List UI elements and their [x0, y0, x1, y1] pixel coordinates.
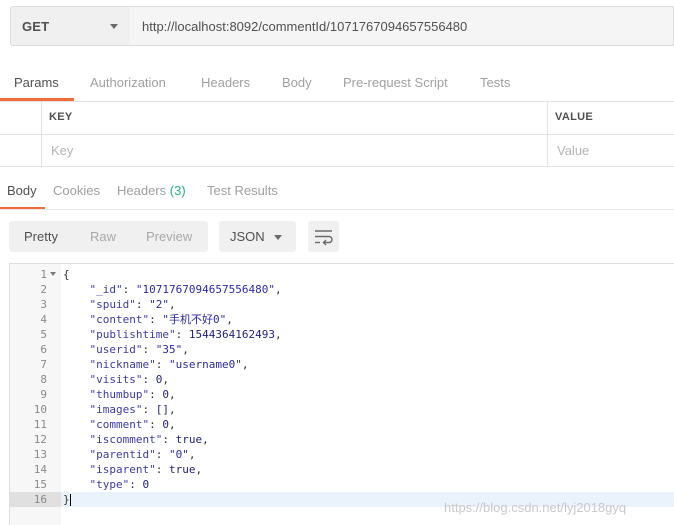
code-text: { — [63, 268, 70, 281]
view-mode-group: Pretty Raw Preview — [9, 221, 208, 252]
response-tabs: Body Cookies Headers (3) Test Results — [0, 174, 674, 210]
line-number: 2 — [40, 283, 47, 296]
url-input[interactable]: http://localhost:8092/commentId/10717670… — [130, 6, 674, 46]
pretty-button[interactable]: Pretty — [24, 229, 58, 244]
tab-authorization[interactable]: Authorization — [90, 75, 166, 90]
chevron-down-icon — [110, 24, 118, 29]
line-number: 16 — [10, 492, 61, 507]
code-text: "type": 0 — [89, 478, 150, 491]
line-number: 5 — [40, 328, 47, 341]
tab-cookies[interactable]: Cookies — [53, 183, 100, 198]
code-text: "parentid": "0", — [89, 448, 196, 461]
column-header-value: VALUE — [555, 111, 593, 123]
request-tabs: Params Authorization Headers Body Pre-re… — [0, 66, 674, 101]
response-toolbar: Pretty Raw Preview JSON — [0, 218, 674, 258]
method-label: GET — [22, 19, 50, 34]
line-number: 11 — [33, 418, 47, 431]
format-label: JSON — [230, 229, 265, 244]
request-bar: GET http://localhost:8092/commentId/1071… — [10, 6, 674, 46]
line-number: 14 — [33, 463, 47, 476]
line-number: 8 — [40, 373, 47, 386]
code-text: "nickname": "username0", — [89, 358, 249, 371]
code-line: 3 "spuid": "2", — [10, 297, 674, 312]
divider — [0, 209, 674, 210]
code-line: 9 "thumbup": 0, — [10, 387, 674, 402]
code-line: 2 "_id": "1071767094657556480", — [10, 282, 674, 297]
tab-test-results[interactable]: Test Results — [207, 183, 278, 198]
code-text: "iscomment": true, — [89, 433, 209, 446]
code-text: "publishtime": 1544364162493, — [89, 328, 282, 341]
tab-tests[interactable]: Tests — [480, 75, 510, 90]
params-table: KEY VALUE Key Value — [0, 101, 674, 167]
line-number: 13 — [33, 448, 47, 461]
tab-response-headers[interactable]: Headers (3) — [117, 183, 186, 198]
code-text: "thumbup": 0, — [89, 388, 176, 401]
wrap-lines-button[interactable] — [308, 221, 339, 252]
preview-button[interactable]: Preview — [146, 229, 192, 244]
code-line: 1{ — [10, 267, 674, 282]
response-body-editor[interactable]: 1{2 "_id": "1071767094657556480", 3 "spui… — [9, 263, 674, 525]
fold-arrow-icon[interactable] — [50, 272, 56, 276]
code-line: 8 "visits": 0, — [10, 372, 674, 387]
line-number: 7 — [40, 358, 47, 371]
line-number: 4 — [40, 313, 47, 326]
code-text: "comment": 0, — [89, 418, 176, 431]
code-line: 10 "images": [], — [10, 402, 674, 417]
code-line: 4 "content": "手机不好0", — [10, 312, 674, 327]
table-border — [0, 166, 674, 167]
line-number: 10 — [33, 403, 47, 416]
code-text: "visits": 0, — [89, 373, 169, 386]
code-line: 7 "nickname": "username0", — [10, 357, 674, 372]
key-input[interactable]: Key — [51, 143, 73, 158]
headers-count-badge: (3) — [169, 183, 186, 198]
line-number: 6 — [40, 343, 47, 356]
tab-response-headers-label: Headers — [117, 183, 167, 198]
code-line: 6 "userid": "35", — [10, 342, 674, 357]
code-text: "images": [], — [89, 403, 176, 416]
tab-response-body[interactable]: Body — [7, 183, 37, 198]
code-line: 5 "publishtime": 1544364162493, — [10, 327, 674, 342]
raw-button[interactable]: Raw — [90, 229, 116, 244]
table-divider — [547, 101, 548, 166]
line-number: 9 — [40, 388, 47, 401]
code-text: "spuid": "2", — [89, 298, 176, 311]
url-text: http://localhost:8092/commentId/10717670… — [142, 19, 468, 34]
watermark: https://blog.csdn.net/lyj2018gyq — [444, 500, 627, 515]
code-line: 14 "isparent": true, — [10, 462, 674, 477]
code-line: 13 "parentid": "0", — [10, 447, 674, 462]
tab-body[interactable]: Body — [282, 75, 312, 90]
code-text: "userid": "35", — [89, 343, 189, 356]
table-border — [0, 134, 674, 135]
line-number: 3 — [40, 298, 47, 311]
line-number: 12 — [33, 433, 47, 446]
table-border — [0, 101, 674, 102]
value-input[interactable]: Value — [557, 143, 589, 158]
code-text: } — [63, 493, 70, 506]
table-divider — [41, 101, 42, 166]
tab-params[interactable]: Params — [14, 75, 59, 90]
text-cursor — [70, 494, 71, 506]
wrap-lines-icon — [315, 230, 333, 246]
code-text: "_id": "1071767094657556480", — [89, 283, 282, 296]
tab-headers[interactable]: Headers — [201, 75, 250, 90]
code-text: "isparent": true, — [89, 463, 203, 476]
code-text: "content": "手机不好0", — [89, 313, 233, 326]
code-line: 11 "comment": 0, — [10, 417, 674, 432]
method-select[interactable]: GET — [10, 6, 131, 46]
chevron-down-icon — [274, 235, 282, 240]
line-number: 15 — [33, 478, 47, 491]
format-select[interactable]: JSON — [219, 221, 296, 252]
column-header-key: KEY — [49, 111, 73, 123]
tab-pre-request-script[interactable]: Pre-request Script — [343, 75, 448, 90]
code-line: 12 "iscomment": true, — [10, 432, 674, 447]
code-line: 15 "type": 0 — [10, 477, 674, 492]
